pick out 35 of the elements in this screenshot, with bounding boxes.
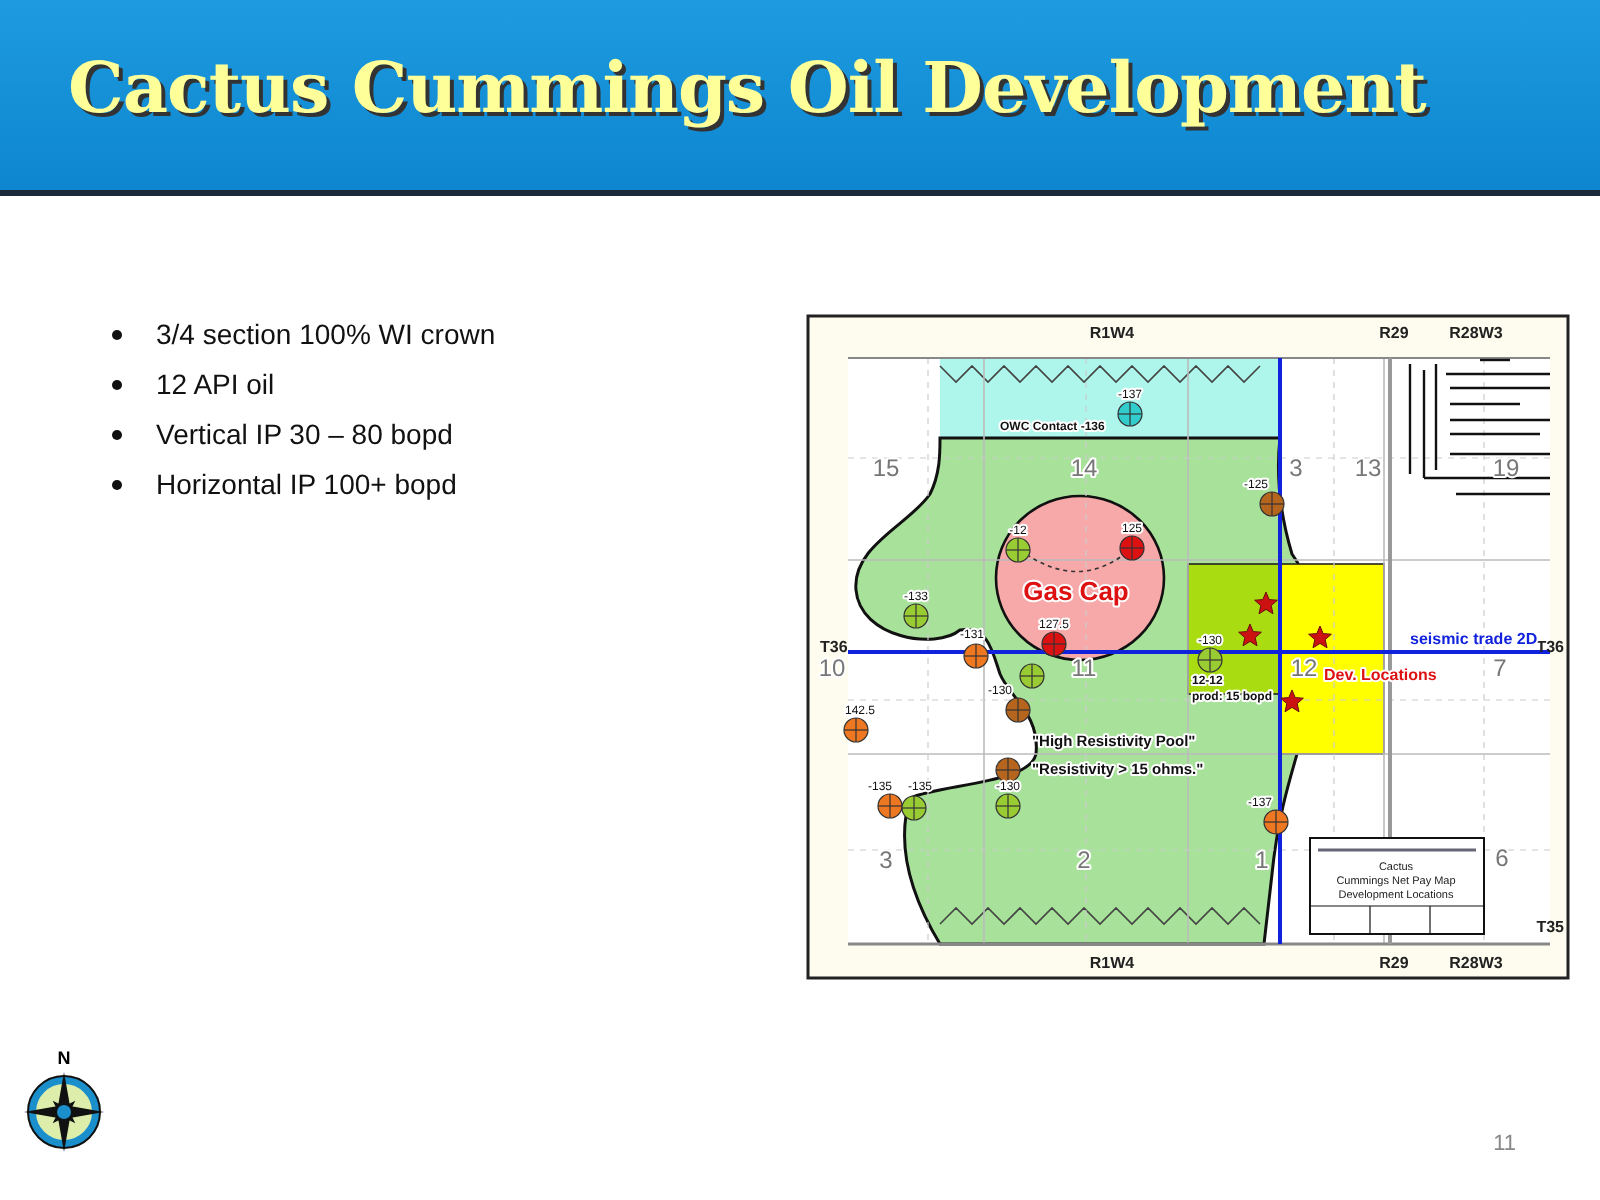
star-icon <box>1238 623 1262 647</box>
township-label: T36 <box>1536 638 1564 656</box>
section-number: 1 <box>1255 846 1269 874</box>
range-label: R28W3 <box>1449 324 1503 342</box>
section-number: 3 <box>879 846 893 874</box>
bullet-item: Horizontal IP 100+ bopd <box>112 464 496 504</box>
section-number: 3 <box>1289 454 1303 482</box>
range-label: R28W3 <box>1449 954 1503 972</box>
north-label: N <box>57 1050 71 1068</box>
section-number: 13 <box>1354 454 1382 482</box>
range-label: R29 <box>1379 954 1409 972</box>
map-annotation: seismic trade 2D <box>1410 630 1538 648</box>
bullet-item: Vertical IP 30 – 80 bopd <box>112 414 496 454</box>
township-label: T35 <box>1536 918 1564 936</box>
section-number: 6 <box>1495 844 1509 872</box>
section-number: 15 <box>872 454 900 482</box>
page-number: 11 <box>1493 1132 1516 1156</box>
section-number: 11 <box>1071 654 1097 682</box>
section-number: 7 <box>1493 654 1507 682</box>
slide-title: Cactus Cummings Oil Development <box>68 48 1426 130</box>
star-icon <box>1308 625 1332 649</box>
map-annotation: Gas Cap <box>1023 576 1129 606</box>
section-number: 2 <box>1077 846 1091 874</box>
section-number: 12 <box>1290 654 1318 682</box>
bullet-item: 12 API oil <box>112 364 496 404</box>
section-number: 10 <box>818 654 846 682</box>
bullet-item: 3/4 section 100% WI crown <box>112 314 496 354</box>
range-label: R1W4 <box>1089 954 1135 972</box>
star-icon <box>1254 591 1278 615</box>
range-label: R29 <box>1379 324 1409 342</box>
star-icon <box>1280 689 1304 713</box>
section-number: 14 <box>1070 454 1098 482</box>
range-label: R1W4 <box>1089 324 1135 342</box>
section-number: 19 <box>1492 454 1520 482</box>
township-label: T36 <box>820 638 848 656</box>
